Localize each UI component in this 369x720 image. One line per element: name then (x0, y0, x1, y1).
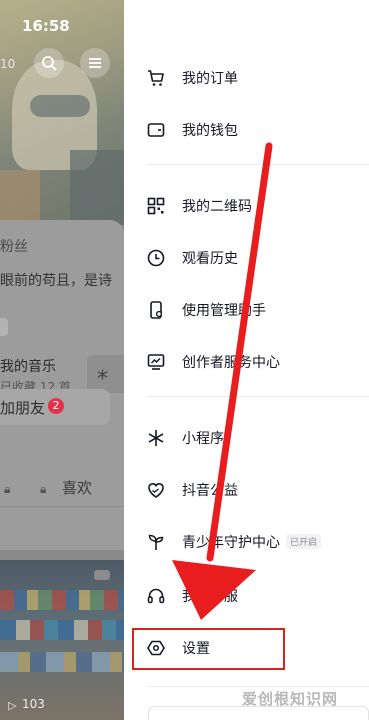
clock-icon (146, 248, 166, 268)
menu-item-creator-center[interactable]: 创作者服务中心 (124, 336, 369, 388)
menu-item-mini-programs[interactable]: 小程序 (124, 412, 369, 464)
menu-item-charity[interactable]: 抖音公益 (124, 464, 369, 516)
menu-item-label: 我的订单 (182, 71, 238, 87)
wallet-icon (146, 120, 166, 140)
menu-item-customer-service[interactable]: 我的客服 (124, 570, 369, 622)
watermark: 爱创根知识网 (242, 690, 339, 708)
status-partial-number: 10 (0, 57, 16, 71)
phone-manage-icon (146, 300, 166, 320)
menu-button[interactable] (80, 48, 110, 78)
menu-item-label: 我的客服 (182, 589, 238, 605)
charity-heart-icon (146, 480, 166, 500)
sprout-icon (146, 532, 166, 552)
play-icon: ▷ (8, 699, 17, 712)
menu-item-youth-protection[interactable]: 青少年守护中心 已开启 (124, 516, 369, 568)
profile-background: 16:58 10 粉丝 眼前的苟且，是诗 我的音乐 已收藏 12 首 ⁎ 加朋友… (0, 0, 124, 720)
qr-code-icon (146, 196, 166, 216)
profile-bio: 眼前的苟且，是诗 (0, 273, 112, 289)
menu-divider (146, 686, 369, 687)
music-title[interactable]: 我的音乐 (0, 356, 56, 376)
asterisk-icon: ⁎ (97, 360, 108, 385)
search-button[interactable] (34, 48, 64, 78)
mini-program-shortcut[interactable]: ⁎ (87, 355, 124, 393)
video-play-count: 103 (22, 697, 45, 711)
menu-item-label: 观看历史 (182, 251, 238, 267)
menu-item-label: 青少年守护中心 (182, 535, 280, 551)
lock-icon: 🔒︎ (40, 482, 47, 496)
menu-item-label: 使用管理助手 (182, 303, 266, 319)
hamburger-icon (89, 58, 101, 68)
asterisk-icon (146, 428, 166, 448)
fans-label: 粉丝 (0, 239, 28, 255)
menu-item-label: 小程序 (182, 431, 224, 447)
menu-divider (146, 164, 369, 165)
menu-item-wallet[interactable]: 我的钱包 (124, 104, 369, 156)
add-friend-label: 加朋友 (0, 399, 46, 417)
video-overlay-tag (94, 570, 110, 580)
menu-item-label: 我的二维码 (182, 199, 252, 215)
chart-monitor-icon (146, 352, 166, 372)
tab-divider (0, 506, 124, 507)
menu-item-orders[interactable]: 我的订单 (124, 52, 369, 104)
settings-highlight-box (132, 628, 285, 670)
cart-icon (146, 68, 166, 88)
status-badge: 已开启 (286, 534, 322, 549)
menu-item-qr-code[interactable]: 我的二维码 (124, 180, 369, 232)
menu-item-usage-assistant[interactable]: 使用管理助手 (124, 284, 369, 336)
menu-divider (146, 396, 369, 397)
menu-item-label: 创作者服务中心 (182, 355, 280, 371)
search-icon (42, 56, 57, 71)
tab-likes[interactable]: 喜欢 (62, 477, 92, 498)
headset-icon (146, 586, 166, 606)
lock-icon: 🔒︎ (4, 482, 11, 496)
add-friend-button[interactable]: 加朋友 2 (0, 389, 110, 425)
notification-badge: 2 (48, 398, 64, 414)
side-drawer: 我的订单 我的钱包 我的二维码 观看历史 使用管理助手 创作者服务中心 小程序 … (124, 0, 369, 720)
profile-chip (0, 318, 8, 336)
menu-item-history[interactable]: 观看历史 (124, 232, 369, 284)
menu-item-label: 抖音公益 (182, 483, 238, 499)
status-bar-time: 16:58 (22, 17, 70, 35)
video-thumbnail[interactable] (0, 560, 124, 720)
menu-item-label: 我的钱包 (182, 123, 238, 139)
